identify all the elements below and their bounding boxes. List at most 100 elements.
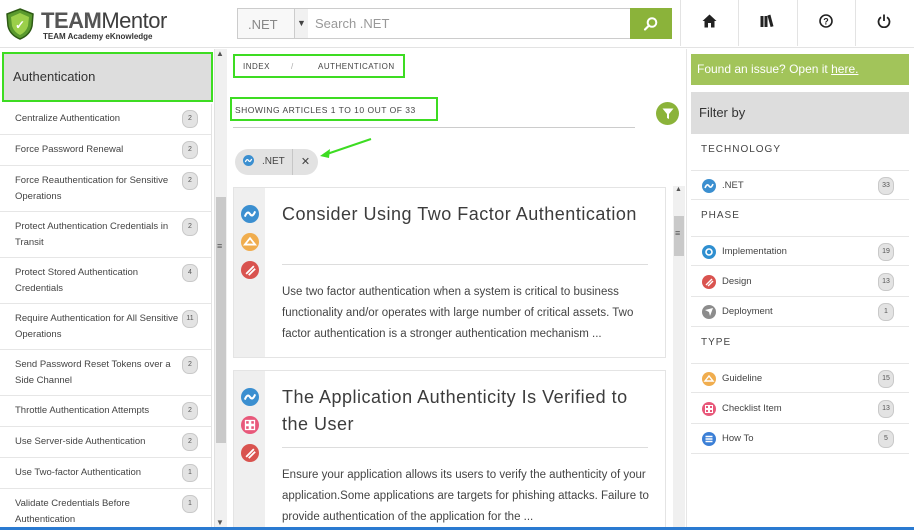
sidebar-item[interactable]: Force Reauthentication for Sensitive Ope… xyxy=(0,166,211,212)
report-issue-link[interactable]: here. xyxy=(831,62,858,76)
svg-text:?: ? xyxy=(823,17,829,27)
article-card[interactable]: The Application Authenticity Is Verified… xyxy=(233,370,666,530)
dotnet-icon xyxy=(241,388,259,406)
filter-option[interactable]: .NET 33 xyxy=(691,170,909,200)
count-badge: 1 xyxy=(182,464,198,482)
help-button[interactable]: ? xyxy=(797,0,855,46)
filter-option-label: Checklist Item xyxy=(722,403,782,414)
feed-scrollbar-thumb[interactable]: ≡ xyxy=(674,216,684,256)
filter-section-title: PHASE xyxy=(701,210,740,221)
checklist-icon xyxy=(241,416,259,434)
sidebar-item-label: Protect Stored Authentication Credential… xyxy=(15,267,139,294)
count-badge: 1 xyxy=(182,495,198,513)
breadcrumb: INDEX / AUTHENTICATION xyxy=(233,54,405,78)
count-badge: 2 xyxy=(182,433,198,451)
howto-icon xyxy=(702,432,716,446)
checklist-icon xyxy=(702,402,716,416)
results-summary: SHOWING ARTICLES 1 TO 10 OUT OF 33 xyxy=(230,97,438,121)
feed-scrollbar[interactable]: ▲ ≡ xyxy=(673,186,685,530)
topic-sidebar: Authentication Centralize Authentication… xyxy=(0,49,227,530)
sidebar-item[interactable]: Protect Stored Authentication Credential… xyxy=(0,258,211,304)
sidebar-item[interactable]: Throttle Authentication Attempts 2 xyxy=(0,396,211,427)
filter-option[interactable]: Design 13 xyxy=(691,267,909,297)
sidebar-item-label: Use Server-side Authentication xyxy=(15,436,146,447)
technology-select-value: .NET xyxy=(248,17,278,32)
count-badge: 5 xyxy=(878,430,894,448)
svg-text:✓: ✓ xyxy=(15,18,25,32)
filter-option-label: Guideline xyxy=(722,373,763,384)
sidebar-item-label: Protect Authentication Credentials in Tr… xyxy=(15,221,169,248)
article-card[interactable]: Consider Using Two Factor Authentication… xyxy=(233,187,666,358)
chevron-down-icon[interactable]: ▼ xyxy=(294,9,308,38)
count-badge: 19 xyxy=(878,243,894,261)
article-divider xyxy=(282,447,648,448)
search-button[interactable] xyxy=(630,8,672,39)
report-issue-text: Found an issue? Open it xyxy=(697,62,832,76)
count-badge: 2 xyxy=(182,141,198,159)
count-badge: 2 xyxy=(182,402,198,420)
logout-button[interactable] xyxy=(855,0,913,46)
count-badge: 2 xyxy=(182,172,198,190)
search-bar: .NET ▼ xyxy=(237,8,672,40)
sidebar-item[interactable]: Protect Authentication Credentials in Tr… xyxy=(0,212,211,258)
active-filter-label: .NET xyxy=(262,156,285,167)
sidebar-scrollbar-thumb[interactable]: ≡ xyxy=(216,197,226,443)
breadcrumb-current: AUTHENTICATION xyxy=(318,62,395,71)
filter-option[interactable]: How To 5 xyxy=(691,424,909,454)
breadcrumb-separator: / xyxy=(291,62,294,71)
sidebar-item[interactable]: Force Password Renewal 2 xyxy=(0,135,211,166)
home-icon xyxy=(702,14,717,28)
top-header: ✓ TEAMMentor TEAM Academy eKnowledge .NE… xyxy=(0,0,914,48)
article-title[interactable]: The Application Authenticity Is Verified… xyxy=(282,384,652,438)
sidebar-item-label: Force Password Renewal xyxy=(15,144,124,155)
count-badge: 2 xyxy=(182,218,198,236)
sidebar-title[interactable]: Authentication xyxy=(2,52,213,102)
filter-option[interactable]: Guideline 15 xyxy=(691,363,909,393)
count-badge: 2 xyxy=(182,356,198,374)
count-badge: 4 xyxy=(182,264,198,282)
library-button[interactable] xyxy=(738,0,796,46)
sidebar-scrollbar[interactable]: ▲ ≡ ▼ xyxy=(214,49,227,530)
breadcrumb-index[interactable]: INDEX xyxy=(243,62,270,71)
gear-icon xyxy=(702,245,716,259)
panel-divider xyxy=(686,49,687,530)
filter-toggle-button[interactable] xyxy=(656,102,679,125)
sidebar-item-label: Force Reauthentication for Sensitive Ope… xyxy=(15,175,169,202)
article-icon-rail xyxy=(234,371,265,530)
count-badge: 11 xyxy=(182,310,198,328)
sidebar-item[interactable]: Send Password Reset Tokens over a Side C… xyxy=(0,350,211,396)
filter-option[interactable]: Implementation 19 xyxy=(691,236,909,266)
sidebar-item-label: Validate Credentials Before Authenticati… xyxy=(15,498,130,525)
annotation-arrow xyxy=(320,138,372,158)
article-feed: Consider Using Two Factor Authentication… xyxy=(233,187,672,530)
article-excerpt: Ensure your application allows its users… xyxy=(282,469,649,523)
remove-filter-button[interactable]: ✕ xyxy=(292,149,318,175)
filter-option[interactable]: Deployment 1 xyxy=(691,297,909,327)
count-badge: 2 xyxy=(182,110,198,128)
count-badge: 33 xyxy=(878,177,894,195)
home-button[interactable] xyxy=(680,0,738,46)
article-excerpt: Use two factor authentication when a sys… xyxy=(282,286,634,340)
search-input[interactable] xyxy=(308,8,631,39)
brand-name: TEAMMentor xyxy=(41,8,167,33)
filter-section-title: TECHNOLOGY xyxy=(701,144,782,155)
dotnet-icon xyxy=(243,155,254,166)
sidebar-item[interactable]: Centralize Authentication 2 xyxy=(0,104,211,135)
design-icon xyxy=(241,261,259,279)
sidebar-item[interactable]: Validate Credentials Before Authenticati… xyxy=(0,489,211,530)
brand-tagline: TEAM Academy eKnowledge xyxy=(43,32,153,41)
active-filter-chip: .NET ✕ xyxy=(235,149,318,175)
team-mentor-logo[interactable]: ✓ TEAMMentor TEAM Academy eKnowledge xyxy=(6,6,226,42)
technology-select[interactable]: .NET ▼ xyxy=(237,8,309,39)
filter-option-label: Implementation xyxy=(722,246,787,257)
filter-option[interactable]: Checklist Item 13 xyxy=(691,394,909,424)
sidebar-item[interactable]: Require Authentication for All Sensitive… xyxy=(0,304,211,350)
count-badge: 1 xyxy=(878,303,894,321)
article-title[interactable]: Consider Using Two Factor Authentication xyxy=(282,201,652,228)
filter-option-label: Deployment xyxy=(722,306,773,317)
sidebar-item[interactable]: Use Server-side Authentication 2 xyxy=(0,427,211,458)
sidebar-item-label: Throttle Authentication Attempts xyxy=(15,405,150,416)
filter-option-label: .NET xyxy=(722,180,744,191)
sidebar-item[interactable]: Use Two-factor Authentication 1 xyxy=(0,458,211,489)
guideline-icon xyxy=(702,372,716,386)
